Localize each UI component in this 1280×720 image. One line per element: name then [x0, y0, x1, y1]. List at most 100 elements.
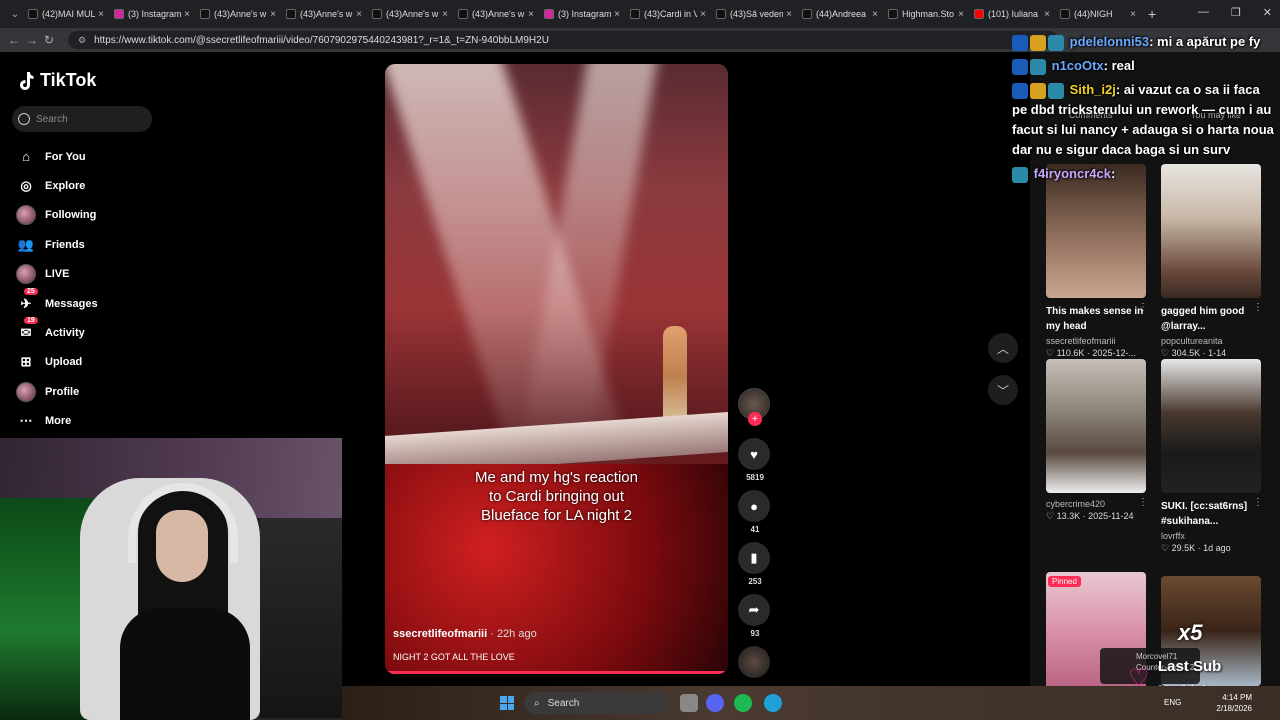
close-tab-icon[interactable]: × [270, 9, 276, 20]
previous-video-button[interactable]: ︿ [988, 333, 1018, 363]
close-tab-icon[interactable]: × [356, 9, 362, 20]
windows-start-icon[interactable] [500, 696, 514, 710]
video-thumbnail[interactable] [1046, 359, 1146, 493]
browser-tab[interactable]: (43)Anne's w × [368, 3, 452, 25]
close-tab-icon[interactable]: × [528, 9, 534, 20]
video-progress-bar[interactable] [385, 671, 728, 674]
tab-title: (43)Să vedem [730, 9, 784, 19]
maximize-icon[interactable]: ❐ [1231, 6, 1241, 19]
sidebar-item-for-you[interactable]: ⌂ For You [16, 142, 216, 171]
close-icon[interactable]: ✕ [1263, 6, 1272, 19]
browser-tab[interactable]: (101) Iuliana × [970, 3, 1054, 25]
video-card[interactable]: ⋮ This makes sense in my head ssecretlif… [1046, 164, 1148, 359]
like-button[interactable]: ♥ [738, 438, 770, 470]
edge-icon[interactable] [764, 694, 782, 712]
close-tab-icon[interactable]: × [958, 9, 964, 20]
save-button[interactable]: ▮ [738, 542, 770, 574]
tiktok-icon [630, 9, 640, 19]
video-card[interactable]: ⋮ gagged him good @larray... popculturea… [1161, 164, 1263, 359]
browser-tab[interactable]: (44)NIGH × [1056, 3, 1140, 25]
sidebar-item-activity[interactable]: ✉ 19 Activity [16, 317, 216, 347]
more-options-icon[interactable]: ⋮ [1138, 302, 1148, 313]
card-author[interactable]: cybercrime420 [1046, 499, 1146, 509]
close-tab-icon[interactable]: × [700, 9, 706, 20]
card-author[interactable]: popcultureanita [1161, 336, 1261, 346]
spotify-icon[interactable] [734, 694, 752, 712]
new-tab-button[interactable]: + [1148, 6, 1156, 22]
sidebar-item-explore[interactable]: ◎ Explore [16, 171, 216, 200]
tab-title: (43)Cardi in V [644, 9, 698, 19]
more-options-icon[interactable]: ⋮ [1138, 497, 1148, 508]
author-username[interactable]: ssecretlifeofmariii [393, 628, 487, 640]
card-author[interactable]: ssecretlifeofmariii [1046, 336, 1146, 346]
reload-icon[interactable]: ↻ [44, 33, 62, 47]
sidebar-item-profile[interactable]: Profile [16, 377, 216, 406]
video-thumbnail[interactable] [1161, 359, 1261, 493]
tab-title: (43)Anne's w [214, 9, 267, 19]
discord-icon[interactable] [706, 694, 724, 712]
browser-tab[interactable]: (42)MAI MUL × [24, 3, 108, 25]
card-author[interactable]: lovrffx [1161, 531, 1261, 541]
taskbar-search[interactable]: ⌕ Search [524, 692, 670, 714]
minimize-icon[interactable]: — [1198, 6, 1209, 19]
screen: ⌄ (42)MAI MUL × (3) Instagram × (43)Anne's w… [0, 0, 1280, 720]
clock-time: 4:14 PM [1222, 693, 1252, 702]
browser-tab[interactable]: (43)Anne's w × [454, 3, 538, 25]
author-avatar[interactable]: + [738, 388, 770, 426]
badge-icon [1048, 34, 1064, 51]
browser-tab[interactable]: (43)Cardi in V × [626, 3, 710, 25]
url-field[interactable]: ⚙ https://www.tiktok.com/@ssecretlifeofm… [68, 31, 1058, 49]
following-avatar-icon [16, 205, 36, 226]
language-indicator[interactable]: ENG [1164, 698, 1181, 707]
crown-icon [1030, 82, 1046, 99]
browser-tab[interactable]: Highman.Sto × [884, 3, 968, 25]
follow-plus-icon[interactable]: + [748, 412, 762, 426]
video-player[interactable]: Me and my hg's reaction to Cardi bringin… [385, 64, 728, 674]
close-tab-icon[interactable]: × [442, 9, 448, 20]
close-tab-icon[interactable]: × [1044, 9, 1050, 20]
back-icon[interactable]: ← [8, 33, 26, 47]
tab-search-icon[interactable]: ⌄ [6, 9, 24, 20]
site-info-icon[interactable]: ⚙ [78, 35, 86, 46]
sidebar-item-upload[interactable]: ⊞ Upload [16, 348, 216, 377]
close-tab-icon[interactable]: × [786, 9, 792, 20]
tiktok-logo[interactable]: TikTok [18, 70, 96, 91]
search-input[interactable]: Search [12, 106, 152, 132]
video-card[interactable]: ⋮ SUKI. [cc:sat6rns] #sukihana... lovrff… [1161, 359, 1263, 554]
sidebar-item-messages[interactable]: ✈ 25 Messages [16, 287, 216, 318]
tiktok-icon [372, 9, 382, 19]
more-options-icon[interactable]: ⋮ [1253, 302, 1263, 313]
comment-button[interactable]: ● [738, 490, 770, 522]
sidebar-item-label: Explore [45, 180, 86, 193]
sidebar-item-friends[interactable]: 👥 Friends [16, 230, 216, 259]
browser-tab[interactable]: (43)Anne's w × [196, 3, 280, 25]
sidebar-item-following[interactable]: Following [16, 201, 216, 230]
next-video-button[interactable]: ﹀ [988, 375, 1018, 405]
sidebar-nav: ⌂ For You ◎ Explore Following 👥 Friends LIVE ✈ 25… [16, 142, 216, 436]
sidebar-item-label: Profile [45, 385, 80, 398]
system-clock[interactable]: 4:14 PM 2/18/2026 [1216, 692, 1252, 714]
close-tab-icon[interactable]: × [1130, 9, 1136, 20]
close-tab-icon[interactable]: × [184, 9, 190, 20]
video-card[interactable]: ⋮ cybercrime420 ♡ 13.3K · 2025-11-24 [1046, 359, 1148, 522]
notification-badge: 19 [24, 317, 38, 325]
compass-icon: ◎ [20, 178, 32, 194]
video-author[interactable]: ssecretlifeofmariii · 22h ago [393, 628, 537, 640]
sidebar-item-live[interactable]: LIVE [16, 260, 216, 289]
browser-tab[interactable]: (43)Anne's w × [282, 3, 366, 25]
browser-tab[interactable]: (3) Instagram × [110, 3, 194, 25]
browser-tab[interactable]: (43)Să vedem × [712, 3, 796, 25]
close-tab-icon[interactable]: × [872, 9, 878, 20]
stream-chat-overlay: pdelelonni53: mi a apărut pe fy n1coOtx:… [1012, 32, 1278, 188]
file-explorer-icon[interactable] [680, 694, 698, 712]
share-button[interactable]: ➦ [738, 594, 770, 626]
browser-tab[interactable]: (44)Andreea × [798, 3, 882, 25]
music-disc-icon[interactable] [738, 646, 770, 678]
close-tab-icon[interactable]: × [614, 9, 620, 20]
forward-icon[interactable]: → [26, 33, 44, 47]
sidebar-item-more[interactable]: ⋯ More [16, 407, 216, 436]
chat-message: Sith_i2j: ai vazut ca o sa ii faca pe db… [1012, 82, 1274, 157]
close-tab-icon[interactable]: × [98, 9, 104, 20]
more-options-icon[interactable]: ⋮ [1253, 497, 1263, 508]
browser-tab[interactable]: (3) Instagram × [540, 3, 624, 25]
